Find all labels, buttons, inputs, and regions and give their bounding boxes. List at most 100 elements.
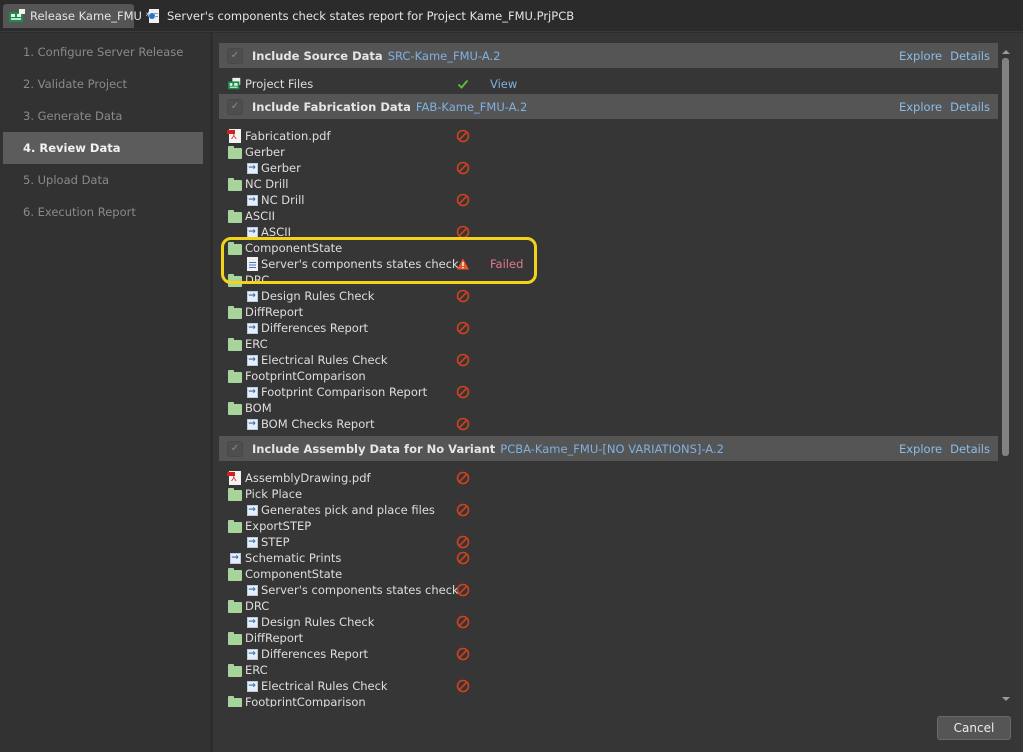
folder-icon	[228, 695, 242, 707]
folder-icon	[228, 369, 242, 383]
list-item[interactable]: → ASCII	[219, 224, 998, 240]
data-list: ✓ Include Source Data SRC-Kame_FMU-A.2 Expl…	[219, 43, 999, 707]
list-item[interactable]: DiffReport	[219, 304, 998, 320]
action-icon: →	[246, 386, 258, 398]
list-item[interactable]: Fabrication.pdf	[219, 128, 998, 144]
action-icon: →	[246, 584, 258, 596]
list-item[interactable]: FootprintComparison	[219, 368, 998, 384]
action-icon: →	[246, 504, 258, 516]
list-item[interactable]: NC Drill	[219, 176, 998, 192]
details-link[interactable]: Details	[950, 100, 990, 114]
list-item[interactable]: DiffReport	[219, 630, 998, 646]
scroll-down-arrow-icon[interactable]	[1002, 697, 1010, 701]
details-link[interactable]: Details	[950, 442, 990, 456]
scrollbar-thumb[interactable]	[1002, 58, 1009, 456]
list-item[interactable]: ASCII	[219, 208, 998, 224]
list-item[interactable]: → Electrical Rules Check	[219, 678, 998, 694]
explore-link[interactable]: Explore	[899, 442, 942, 456]
list-item[interactable]: → STEP	[219, 534, 998, 550]
step-configure-server-release[interactable]: 1. Configure Server Release	[3, 36, 203, 68]
folder-icon	[228, 599, 242, 613]
section-title: Include Assembly Data for No Variant	[252, 441, 496, 456]
scroll-up-arrow-icon[interactable]	[1002, 50, 1010, 54]
step-review-data[interactable]: 4. Review Data	[3, 132, 203, 164]
folder-icon	[228, 145, 242, 159]
item-label: ExportSTEP	[245, 519, 312, 533]
section-item-id[interactable]: FAB-Kame_FMU-A.2	[416, 100, 527, 114]
folder-icon	[228, 631, 242, 645]
list-item[interactable]: → Design Rules Check	[219, 288, 998, 304]
section-item-id[interactable]: PCBA-Kame_FMU-[NO VARIATIONS]-A.2	[500, 442, 724, 456]
list-item[interactable]: ERC	[219, 662, 998, 678]
folder-icon	[228, 401, 242, 415]
action-icon: →	[246, 162, 258, 174]
include-checkbox[interactable]: ✓	[227, 98, 243, 115]
action-icon: →	[246, 322, 258, 334]
step-generate-data[interactable]: 3. Generate Data	[3, 100, 203, 132]
step-label: 5. Upload Data	[23, 173, 110, 187]
list-item[interactable]: Server's components states check Failed	[219, 256, 998, 272]
section-item-id[interactable]: SRC-Kame_FMU-A.2	[388, 49, 501, 63]
section-title: Include Source Data	[252, 48, 383, 63]
explore-link[interactable]: Explore	[899, 100, 942, 114]
step-label: 4. Review Data	[23, 141, 121, 155]
list-item[interactable]: → Electrical Rules Check	[219, 352, 998, 368]
include-checkbox[interactable]: ✓	[227, 47, 243, 64]
project-files-icon	[228, 77, 242, 91]
step-upload-data[interactable]: 5. Upload Data	[3, 164, 203, 196]
list-item[interactable]: ComponentState	[219, 240, 998, 256]
list-item[interactable]: → Design Rules Check	[219, 614, 998, 630]
list-item[interactable]: BOM	[219, 400, 998, 416]
list-item[interactable]: → Server's components states check	[219, 582, 998, 598]
action-icon: →	[246, 226, 258, 238]
list-item[interactable]: → Differences Report	[219, 320, 998, 336]
explore-link[interactable]: Explore	[899, 49, 942, 63]
section-links: Explore Details	[899, 436, 990, 461]
action-icon: →	[246, 194, 258, 206]
tab-bar: Release Kame_FMU * Server's components c…	[0, 0, 1023, 32]
folder-icon	[228, 567, 242, 581]
list-item[interactable]: ComponentState	[219, 566, 998, 582]
list-item[interactable]: FootprintComparison	[219, 694, 998, 707]
list-item[interactable]: AssemblyDrawing.pdf	[219, 470, 998, 486]
list-item[interactable]: → NC Drill	[219, 192, 998, 208]
list-item[interactable]: Project Files View	[219, 76, 998, 92]
list-item[interactable]: → Schematic Prints	[219, 550, 998, 566]
action-icon: →	[246, 354, 258, 366]
action-icon: →	[246, 536, 258, 548]
item-label: DRC	[245, 273, 270, 287]
item-label: Server's components states check	[261, 257, 459, 271]
list-item[interactable]: → BOM Checks Report	[219, 416, 998, 432]
list-item[interactable]: ERC	[219, 336, 998, 352]
include-checkbox[interactable]: ✓	[227, 440, 243, 457]
list-item[interactable]: Gerber	[219, 144, 998, 160]
step-label: 6. Execution Report	[23, 205, 136, 219]
folder-icon	[228, 337, 242, 351]
folder-icon	[228, 177, 242, 191]
item-label: Gerber	[261, 161, 301, 175]
list-item[interactable]: ExportSTEP	[219, 518, 998, 534]
step-execution-report[interactable]: 6. Execution Report	[3, 196, 203, 228]
action-icon: →	[229, 552, 241, 564]
step-label: 2. Validate Project	[23, 77, 127, 91]
item-label: Differences Report	[261, 321, 369, 335]
item-label: Design Rules Check	[261, 289, 375, 303]
list-item[interactable]: → Differences Report	[219, 646, 998, 662]
cancel-button[interactable]: Cancel	[937, 716, 1011, 740]
item-label: DiffReport	[245, 305, 304, 319]
list-item[interactable]: → Footprint Comparison Report	[219, 384, 998, 400]
item-label: Fabrication.pdf	[245, 129, 331, 143]
pdf-icon	[227, 471, 242, 485]
list-item[interactable]: DRC	[219, 598, 998, 614]
item-label: ERC	[245, 337, 268, 351]
list-item[interactable]: → Gerber	[219, 160, 998, 176]
list-item[interactable]: Pick Place	[219, 486, 998, 502]
tab-release[interactable]: Release Kame_FMU *	[3, 4, 151, 28]
list-item[interactable]: → Generates pick and place files	[219, 502, 998, 518]
tab-report[interactable]: Server's components check states report …	[140, 4, 580, 28]
list-item[interactable]: DRC	[219, 272, 998, 288]
step-validate-project[interactable]: 2. Validate Project	[3, 68, 203, 100]
details-link[interactable]: Details	[950, 49, 990, 63]
item-label: Pick Place	[245, 487, 303, 501]
view-link[interactable]: View	[490, 77, 517, 91]
